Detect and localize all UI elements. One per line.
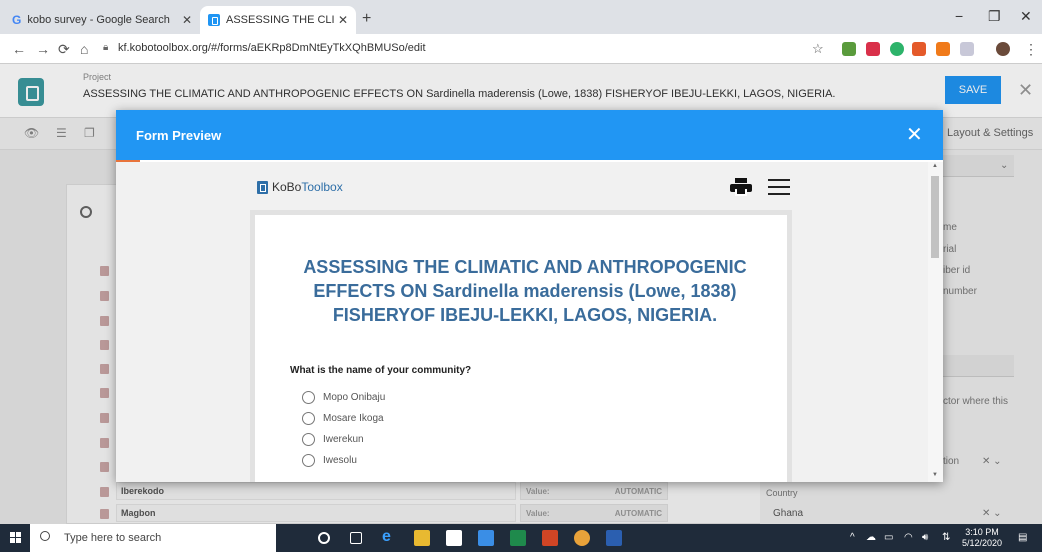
tab-close-icon[interactable]: ✕ <box>182 13 192 27</box>
radio-option[interactable]: Mosare Ikoga <box>302 412 384 425</box>
question-label: What is the name of your community? <box>290 365 472 376</box>
tab-title: ASSESSING THE CLIMATIC AND A <box>226 14 334 26</box>
kobo-icon <box>208 14 220 26</box>
bookmark-star-icon[interactable]: ☆ <box>812 41 824 57</box>
radio-option[interactable]: Iwerekun <box>302 433 364 446</box>
new-tab-button[interactable]: + <box>362 10 371 28</box>
preview-area: KoBo Toolbox ASSESSING THE CLIMATIC AND A… <box>116 162 928 482</box>
volume-icon[interactable]: 🔊︎ <box>922 532 928 543</box>
form-title: ASSESSING THE CLIMATIC AND ANTHROPOGENIC… <box>303 257 747 325</box>
clock-date: 5/12/2020 <box>962 538 1003 548</box>
kobo-logo-icon <box>257 180 268 194</box>
modal-header: Form Preview ✕ <box>116 110 943 160</box>
windows-start-icon[interactable] <box>10 532 22 544</box>
battery-icon[interactable]: ▭ <box>884 532 893 543</box>
profile-avatar[interactable] <box>996 42 1010 56</box>
scrollbar-thumb[interactable] <box>931 176 939 258</box>
radio-button[interactable] <box>302 433 315 446</box>
windows-taskbar: Type here to search e ^ ☁ ▭ ◠ 🔊︎ ⇅ 3:10 … <box>0 524 1042 552</box>
tab-kobo-form[interactable]: ASSESSING THE CLIMATIC AND A ✕ <box>200 6 356 34</box>
extension-icon[interactable] <box>960 42 974 56</box>
tab-title: kobo survey - Google Search <box>27 14 170 26</box>
menu-dots-icon[interactable]: ⋮ <box>1024 41 1038 58</box>
radio-button[interactable] <box>302 454 315 467</box>
option-label: Iwerekun <box>323 434 364 445</box>
extension-icon[interactable] <box>890 42 904 56</box>
extension-icon[interactable] <box>842 42 856 56</box>
option-label: Mosare Ikoga <box>323 413 384 424</box>
notifications-icon[interactable]: ▤ <box>1018 532 1027 543</box>
extension-icon[interactable] <box>912 42 926 56</box>
cloud-icon[interactable]: ☁ <box>866 532 876 543</box>
radio-button[interactable] <box>302 391 315 404</box>
extension-icon[interactable] <box>866 42 880 56</box>
home-icon[interactable]: ⌂ <box>80 41 88 57</box>
minimize-button[interactable]: − <box>955 8 963 24</box>
hamburger-menu-icon[interactable] <box>768 179 790 195</box>
extension-icon[interactable] <box>936 42 950 56</box>
taskbar-clock[interactable]: 3:10 PM 5/12/2020 <box>962 527 1002 549</box>
radio-option[interactable]: Iwesolu <box>302 454 357 467</box>
file-explorer-icon[interactable] <box>414 530 430 546</box>
browser-tab-strip: G kobo survey - Google Search ✕ ASSESSIN… <box>0 0 1042 34</box>
radio-button[interactable] <box>302 412 315 425</box>
scroll-down-icon[interactable]: ▼ <box>932 472 938 478</box>
option-label: Iwesolu <box>323 455 357 466</box>
word-icon[interactable] <box>606 530 622 546</box>
google-icon: G <box>12 13 22 27</box>
tab-google-search[interactable]: G kobo survey - Google Search ✕ <box>4 6 200 34</box>
show-hidden-icons-icon[interactable]: ^ <box>850 532 855 543</box>
close-window-button[interactable]: ✕ <box>1020 8 1032 25</box>
cortana-icon[interactable] <box>318 532 330 544</box>
sync-icon[interactable]: ⇅ <box>942 532 950 543</box>
modal-title: Form Preview <box>136 128 222 143</box>
mail-icon[interactable] <box>478 530 494 546</box>
powerpoint-icon[interactable] <box>542 530 558 546</box>
back-icon[interactable]: ← <box>12 41 26 57</box>
edge-icon[interactable]: e <box>382 528 398 545</box>
wifi-icon[interactable]: ◠ <box>904 532 913 543</box>
taskbar-search-input[interactable]: Type here to search <box>30 524 276 552</box>
form-preview-modal: Form Preview ✕ KoBo Toolbox ASSESSING THE… <box>116 110 943 482</box>
print-icon[interactable] <box>730 178 752 196</box>
logo-text: KoBo <box>272 180 302 194</box>
scroll-up-icon[interactable]: ▲ <box>932 163 938 169</box>
close-icon[interactable]: ✕ <box>906 122 923 147</box>
clock-time: 3:10 PM <box>965 527 999 537</box>
search-icon <box>40 531 50 541</box>
maximize-button[interactable]: ❐ <box>988 8 1001 25</box>
url-input[interactable]: kf.kobotoolbox.org/#/forms/aEKRp8DmNtEyT… <box>118 42 426 54</box>
kobotoolbox-logo: KoBo Toolbox <box>257 180 343 194</box>
chrome-icon[interactable] <box>574 530 590 546</box>
reload-icon[interactable]: ⟳ <box>58 41 70 58</box>
excel-icon[interactable] <box>510 530 526 546</box>
form-card: ASSESSING THE CLIMATIC AND ANTHROPOGENIC… <box>250 210 792 482</box>
lock-icon: 🔒︎ <box>103 42 109 53</box>
option-label: Mopo Onibaju <box>323 392 386 403</box>
address-bar: ← → ⟳ ⌂ 🔒︎ kf.kobotoolbox.org/#/forms/aE… <box>0 34 1042 64</box>
task-view-icon[interactable] <box>350 532 362 544</box>
tab-close-icon[interactable]: ✕ <box>338 13 348 27</box>
radio-option[interactable]: Mopo Onibaju <box>302 391 385 404</box>
logo-text: Toolbox <box>301 180 343 194</box>
forward-icon[interactable]: → <box>36 41 50 57</box>
store-icon[interactable] <box>446 530 462 546</box>
